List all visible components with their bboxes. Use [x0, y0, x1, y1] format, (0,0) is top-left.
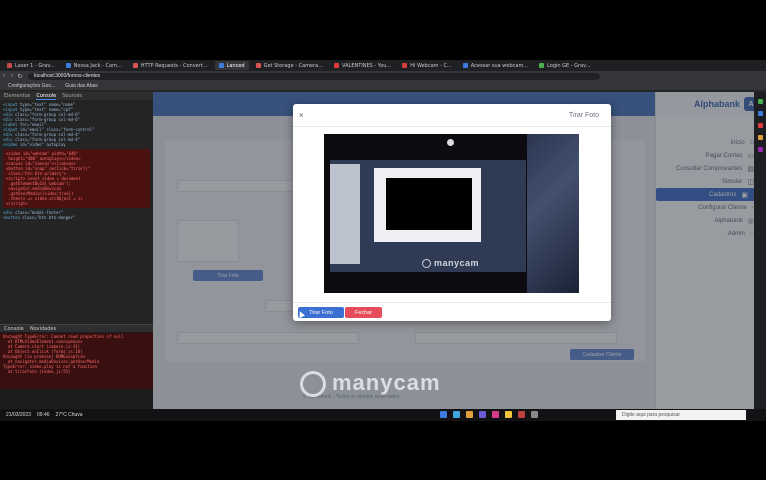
take-photo-button[interactable]: Tirar Foto	[298, 307, 344, 318]
url-field[interactable]: localhost:3000/fornos-clientes	[28, 72, 600, 80]
weather-widget[interactable]: 27°C Chuva	[56, 412, 83, 418]
clock-date[interactable]: 21/03/2023	[6, 412, 31, 418]
bookmark-item[interactable]: Configurações Goo...	[8, 83, 55, 89]
video-mirrored-feed	[386, 178, 472, 230]
camera-icon	[447, 139, 454, 146]
webcam-video: manycam	[324, 134, 579, 293]
tab-favicon-icon	[7, 63, 12, 68]
close-icon[interactable]: ×	[299, 111, 304, 120]
address-bar-row: ‹ › ↻ localhost:3000/fornos-clientes	[0, 71, 766, 81]
modal-header: × Tirar Foto	[293, 104, 611, 127]
app-icon[interactable]	[757, 147, 763, 152]
console-tab[interactable]: Novidades	[30, 326, 56, 332]
tab-label: Login GE - Grav...	[547, 62, 591, 69]
devtools-selected-node: <video id="webcam" width="640" height="4…	[3, 149, 150, 208]
bookmarks-bar: Configurações Goo... Guia das Abas	[0, 81, 766, 91]
tab-favicon-icon	[218, 63, 224, 68]
video-background	[527, 134, 579, 293]
forward-icon[interactable]: ›	[8, 73, 16, 79]
browser-tab[interactable]: Acessar sua webcam...	[459, 61, 532, 70]
console-tabs: Console Novidades	[0, 325, 153, 332]
tab-favicon-icon	[334, 63, 340, 68]
tab-favicon-icon	[539, 63, 545, 68]
edge-sidebar	[754, 92, 766, 409]
app-icon[interactable]	[479, 411, 486, 418]
modal-title: Tirar Foto	[568, 111, 599, 119]
devtools-console: Console Novidades Uncaught TypeError: Ca…	[0, 324, 153, 409]
app-icon[interactable]	[757, 111, 763, 116]
browser-tab[interactable]: Nossa Jack - Cam...	[62, 61, 126, 70]
app-icon[interactable]	[453, 411, 460, 418]
tab-label: Lanced	[226, 62, 245, 69]
taskbar-apps	[440, 411, 538, 418]
browser-tab[interactable]: Login GE - Grav...	[535, 61, 594, 70]
tab-favicon-icon	[462, 63, 468, 68]
manycam-watermark-text: manycam	[332, 370, 441, 395]
tab-favicon-icon	[65, 63, 71, 68]
browser-tab[interactable]: Hi Webcam - C...	[398, 61, 456, 70]
tab-favicon-icon	[255, 63, 261, 68]
manycam-logo-icon	[300, 371, 326, 398]
tab-label: VALENTINES - You...	[342, 62, 392, 69]
back-icon[interactable]: ‹	[0, 73, 8, 79]
app-icon[interactable]	[505, 411, 512, 418]
devtools-tab[interactable]: Console	[36, 93, 57, 100]
bookmark-item[interactable]: Guia das Abas	[65, 83, 98, 89]
taskbar-search-input[interactable]: Digite aqui para pesquisar	[616, 410, 746, 420]
app-icon[interactable]	[518, 411, 525, 418]
tab-favicon-icon	[132, 63, 138, 68]
system-tray: 21/03/2023 09:46 27°C Chuva	[6, 409, 83, 421]
app-icon[interactable]	[492, 411, 499, 418]
devtools-panel: Elementos Console Sources <input type="t…	[0, 92, 153, 409]
modal-footer: Tirar Foto Fechar	[293, 302, 611, 322]
devtools-tab[interactable]: Elementos	[4, 93, 30, 99]
tab-label: Hi Webcam - C...	[410, 62, 452, 69]
app-icon[interactable]	[531, 411, 538, 418]
screen: Laser 1 - Grav... Nossa Jack - Cam... HTTP…	[0, 60, 766, 421]
clock-time[interactable]: 09:46	[37, 412, 50, 418]
tab-label: Acessar sua webcam...	[470, 62, 529, 69]
console-tab[interactable]: Console	[4, 326, 24, 332]
app-icon[interactable]	[757, 135, 763, 140]
app-icon[interactable]	[757, 123, 763, 128]
browser-tab[interactable]: Lanced	[214, 61, 249, 70]
reload-icon[interactable]: ↻	[16, 73, 24, 80]
taskbar: 21/03/2023 09:46 27°C Chuva Digite aqui …	[0, 409, 766, 421]
devtools-elements-tree: <input type="text" name="nome" <input ty…	[0, 100, 153, 222]
manycam-watermark: manycam	[300, 370, 441, 398]
browser-tab[interactable]: Laser 1 - Grav...	[3, 61, 59, 70]
video-mirrored-panel	[330, 164, 360, 264]
devtools-tabs: Elementos Console Sources	[0, 92, 153, 100]
tab-favicon-icon	[402, 63, 408, 68]
browser-tab[interactable]: VALENTINES - You...	[330, 61, 395, 70]
manycam-logo-icon	[422, 259, 431, 269]
tab-label: Laser 1 - Grav...	[15, 62, 55, 69]
tab-label: HTTP Requests - Convert...	[140, 62, 208, 69]
browser-tab[interactable]: HTTP Requests - Convert...	[129, 61, 212, 70]
video-watermark-text: manycam	[434, 258, 480, 268]
app-icon[interactable]	[440, 411, 447, 418]
console-error-message: Uncaught TypeError: Cannot read properti…	[0, 333, 153, 389]
close-modal-button[interactable]: Fechar	[345, 307, 382, 318]
devtools-tab[interactable]: Sources	[62, 93, 82, 99]
app-icon[interactable]	[466, 411, 473, 418]
tab-label: Get Storage - Camera...	[263, 62, 324, 69]
app-icon[interactable]	[757, 99, 763, 104]
browser-tab[interactable]: Get Storage - Camera...	[252, 61, 327, 70]
tab-label: Nossa Jack - Cam...	[73, 62, 122, 69]
photo-modal: × Tirar Foto manycam Tirar Foto Fechar	[293, 104, 611, 321]
video-watermark: manycam	[422, 258, 480, 269]
browser-tabstrip: Laser 1 - Grav... Nossa Jack - Cam... HTTP…	[0, 60, 766, 71]
